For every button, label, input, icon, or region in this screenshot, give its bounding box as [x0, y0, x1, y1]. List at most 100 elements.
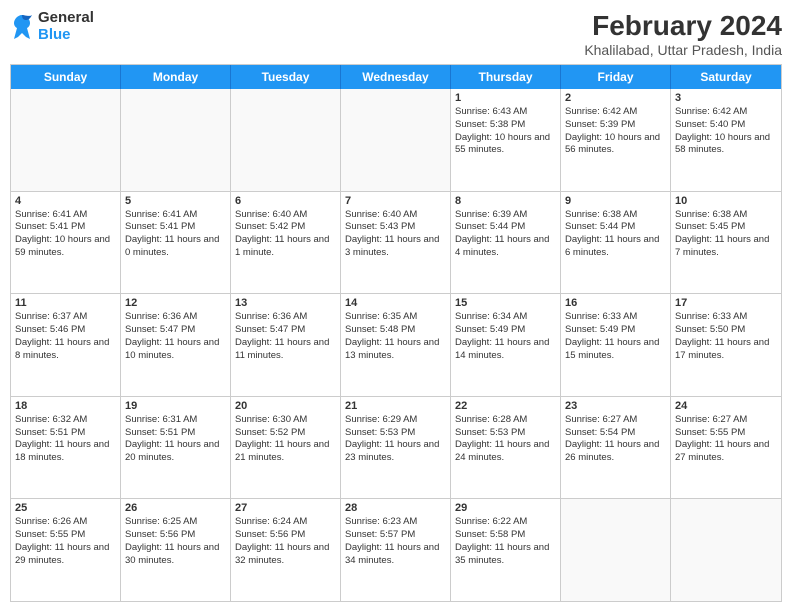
sun-info: Sunrise: 6:38 AM Sunset: 5:44 PM Dayligh… [565, 209, 666, 260]
weekday-header-friday: Friday [561, 65, 671, 89]
calendar-cell: 1 Sunrise: 6:43 AM Sunset: 5:38 PM Daylig… [451, 89, 561, 191]
day-number: 12 [125, 297, 226, 309]
day-number: 20 [235, 400, 336, 412]
logo: General Blue [10, 10, 94, 43]
sun-info: Sunrise: 6:28 AM Sunset: 5:53 PM Dayligh… [455, 414, 556, 465]
sun-info: Sunrise: 6:33 AM Sunset: 5:50 PM Dayligh… [675, 311, 777, 362]
sun-info: Sunrise: 6:33 AM Sunset: 5:49 PM Dayligh… [565, 311, 666, 362]
calendar-cell: 28 Sunrise: 6:23 AM Sunset: 5:57 PM Dayli… [341, 499, 451, 601]
page: General Blue February 2024 Khalilabad, U… [0, 0, 792, 612]
sun-info: Sunrise: 6:36 AM Sunset: 5:47 PM Dayligh… [125, 311, 226, 362]
sun-info: Sunrise: 6:34 AM Sunset: 5:49 PM Dayligh… [455, 311, 556, 362]
calendar-header: SundayMondayTuesdayWednesdayThursdayFrid… [11, 65, 781, 89]
day-number: 19 [125, 400, 226, 412]
sun-info: Sunrise: 6:36 AM Sunset: 5:47 PM Dayligh… [235, 311, 336, 362]
calendar-cell: 21 Sunrise: 6:29 AM Sunset: 5:53 PM Dayli… [341, 397, 451, 499]
calendar-row-3: 18 Sunrise: 6:32 AM Sunset: 5:51 PM Dayli… [11, 396, 781, 499]
day-number: 14 [345, 297, 446, 309]
day-number: 10 [675, 195, 777, 207]
day-number: 5 [125, 195, 226, 207]
logo-text: General Blue [38, 10, 94, 43]
day-number: 26 [125, 502, 226, 514]
header: General Blue February 2024 Khalilabad, U… [10, 10, 782, 58]
day-number: 3 [675, 92, 777, 104]
day-number: 7 [345, 195, 446, 207]
sun-info: Sunrise: 6:37 AM Sunset: 5:46 PM Dayligh… [15, 311, 116, 362]
calendar-cell: 20 Sunrise: 6:30 AM Sunset: 5:52 PM Dayli… [231, 397, 341, 499]
sun-info: Sunrise: 6:39 AM Sunset: 5:44 PM Dayligh… [455, 209, 556, 260]
calendar-cell: 7 Sunrise: 6:40 AM Sunset: 5:43 PM Daylig… [341, 192, 451, 294]
calendar-cell [671, 499, 781, 601]
weekday-header-saturday: Saturday [671, 65, 781, 89]
calendar-cell: 8 Sunrise: 6:39 AM Sunset: 5:44 PM Daylig… [451, 192, 561, 294]
weekday-header-wednesday: Wednesday [341, 65, 451, 89]
calendar-cell: 3Sunrise: 6:42 AM Sunset: 5:40 PM Daylig… [671, 89, 781, 191]
sun-info: Sunrise: 6:32 AM Sunset: 5:51 PM Dayligh… [15, 414, 116, 465]
day-number: 27 [235, 502, 336, 514]
calendar-cell: 22 Sunrise: 6:28 AM Sunset: 5:53 PM Dayli… [451, 397, 561, 499]
day-number: 11 [15, 297, 116, 309]
calendar-cell: 27Sunrise: 6:24 AM Sunset: 5:56 PM Dayli… [231, 499, 341, 601]
sun-info: Sunrise: 6:30 AM Sunset: 5:52 PM Dayligh… [235, 414, 336, 465]
day-number: 16 [565, 297, 666, 309]
day-number: 29 [455, 502, 556, 514]
day-number: 24 [675, 400, 777, 412]
day-number: 13 [235, 297, 336, 309]
calendar-cell: 9Sunrise: 6:38 AM Sunset: 5:44 PM Daylig… [561, 192, 671, 294]
logo-bird-icon [10, 13, 34, 41]
calendar-cell: 11 Sunrise: 6:37 AM Sunset: 5:46 PM Dayli… [11, 294, 121, 396]
calendar-cell: 18 Sunrise: 6:32 AM Sunset: 5:51 PM Dayli… [11, 397, 121, 499]
calendar-cell [121, 89, 231, 191]
calendar-cell: 4Sunrise: 6:41 AM Sunset: 5:41 PM Daylig… [11, 192, 121, 294]
sun-info: Sunrise: 6:40 AM Sunset: 5:43 PM Dayligh… [345, 209, 446, 260]
sun-info: Sunrise: 6:31 AM Sunset: 5:51 PM Dayligh… [125, 414, 226, 465]
sun-info: Sunrise: 6:22 AM Sunset: 5:58 PM Dayligh… [455, 516, 556, 567]
calendar-row-4: 25 Sunrise: 6:26 AM Sunset: 5:55 PM Dayli… [11, 498, 781, 601]
weekday-header-sunday: Sunday [11, 65, 121, 89]
day-number: 8 [455, 195, 556, 207]
title-block: February 2024 Khalilabad, Uttar Pradesh,… [584, 10, 782, 58]
day-number: 17 [675, 297, 777, 309]
calendar-row-2: 11 Sunrise: 6:37 AM Sunset: 5:46 PM Dayli… [11, 293, 781, 396]
calendar-cell: 15 Sunrise: 6:34 AM Sunset: 5:49 PM Dayli… [451, 294, 561, 396]
day-number: 21 [345, 400, 446, 412]
sun-info: Sunrise: 6:26 AM Sunset: 5:55 PM Dayligh… [15, 516, 116, 567]
calendar-row-1: 4Sunrise: 6:41 AM Sunset: 5:41 PM Daylig… [11, 191, 781, 294]
day-number: 15 [455, 297, 556, 309]
sun-info: Sunrise: 6:42 AM Sunset: 5:39 PM Dayligh… [565, 106, 666, 157]
calendar-cell: 12 Sunrise: 6:36 AM Sunset: 5:47 PM Dayli… [121, 294, 231, 396]
weekday-header-monday: Monday [121, 65, 231, 89]
day-number: 28 [345, 502, 446, 514]
calendar-row-0: 1 Sunrise: 6:43 AM Sunset: 5:38 PM Daylig… [11, 89, 781, 191]
calendar-cell: 5Sunrise: 6:41 AM Sunset: 5:41 PM Daylig… [121, 192, 231, 294]
logo-general: General [38, 10, 94, 27]
sun-info: Sunrise: 6:23 AM Sunset: 5:57 PM Dayligh… [345, 516, 446, 567]
sun-info: Sunrise: 6:38 AM Sunset: 5:45 PM Dayligh… [675, 209, 777, 260]
day-number: 1 [455, 92, 556, 104]
sun-info: Sunrise: 6:29 AM Sunset: 5:53 PM Dayligh… [345, 414, 446, 465]
day-number: 6 [235, 195, 336, 207]
weekday-header-thursday: Thursday [451, 65, 561, 89]
calendar-cell: 16 Sunrise: 6:33 AM Sunset: 5:49 PM Dayli… [561, 294, 671, 396]
sun-info: Sunrise: 6:43 AM Sunset: 5:38 PM Dayligh… [455, 106, 556, 157]
month-year: February 2024 [584, 10, 782, 42]
sun-info: Sunrise: 6:35 AM Sunset: 5:48 PM Dayligh… [345, 311, 446, 362]
calendar-cell: 29 Sunrise: 6:22 AM Sunset: 5:58 PM Dayli… [451, 499, 561, 601]
calendar-cell: 13 Sunrise: 6:36 AM Sunset: 5:47 PM Dayli… [231, 294, 341, 396]
day-number: 18 [15, 400, 116, 412]
day-number: 2 [565, 92, 666, 104]
calendar-cell: 17 Sunrise: 6:33 AM Sunset: 5:50 PM Dayli… [671, 294, 781, 396]
sun-info: Sunrise: 6:27 AM Sunset: 5:55 PM Dayligh… [675, 414, 777, 465]
sun-info: Sunrise: 6:27 AM Sunset: 5:54 PM Dayligh… [565, 414, 666, 465]
calendar-body: 1 Sunrise: 6:43 AM Sunset: 5:38 PM Daylig… [11, 89, 781, 601]
calendar-cell: 23 Sunrise: 6:27 AM Sunset: 5:54 PM Dayli… [561, 397, 671, 499]
calendar-cell: 26Sunrise: 6:25 AM Sunset: 5:56 PM Dayli… [121, 499, 231, 601]
calendar-cell [561, 499, 671, 601]
location: Khalilabad, Uttar Pradesh, India [584, 42, 782, 58]
day-number: 25 [15, 502, 116, 514]
calendar-cell [231, 89, 341, 191]
day-number: 23 [565, 400, 666, 412]
day-number: 22 [455, 400, 556, 412]
calendar-cell: 24 Sunrise: 6:27 AM Sunset: 5:55 PM Dayli… [671, 397, 781, 499]
sun-info: Sunrise: 6:40 AM Sunset: 5:42 PM Dayligh… [235, 209, 336, 260]
